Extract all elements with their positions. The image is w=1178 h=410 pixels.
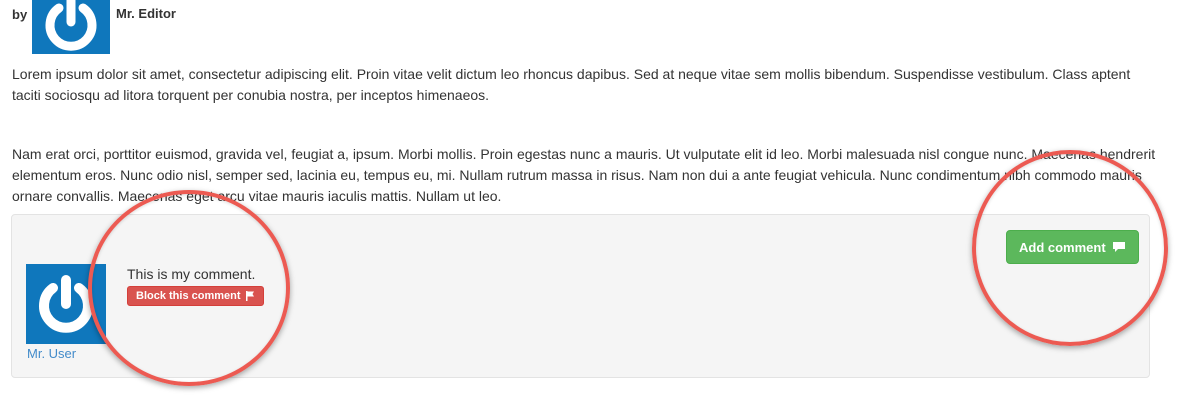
post-paragraph: Nam erat orci, porttitor euismod, gravid… (12, 146, 1156, 204)
block-comment-label: Block this comment (136, 290, 241, 302)
add-comment-button[interactable]: Add comment (1006, 230, 1139, 264)
comments-panel: Add comment Mr. User This is my comment.… (11, 214, 1150, 378)
commenter-name-link[interactable]: Mr. User (27, 346, 76, 361)
comment-text: This is my comment. (127, 266, 256, 282)
flag-icon (245, 291, 254, 301)
comment-icon (1112, 242, 1125, 252)
add-comment-label: Add comment (1019, 239, 1106, 255)
post-paragraph: Lorem ipsum dolor sit amet, consectetur … (12, 66, 1131, 103)
block-comment-button[interactable]: Block this comment (127, 286, 264, 306)
byline-label: by (12, 7, 28, 22)
power-icon (39, 275, 93, 333)
commenter-avatar (26, 264, 106, 344)
author-name: Mr. Editor (116, 6, 176, 21)
author-avatar (32, 0, 110, 54)
power-icon (45, 0, 97, 51)
